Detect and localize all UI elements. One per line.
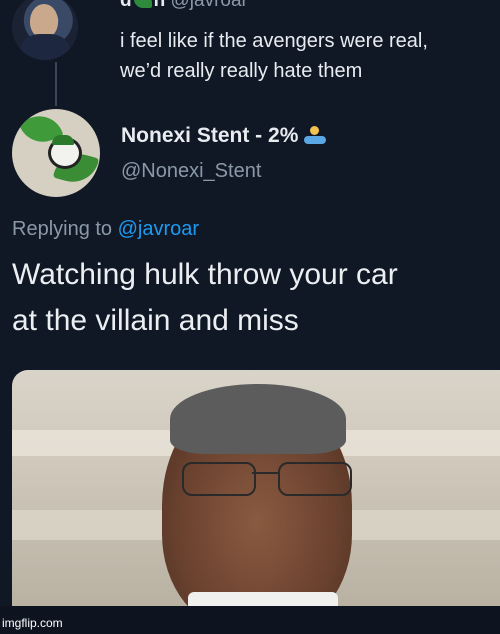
thread-line [55, 62, 57, 106]
top-tweet-header: d n @javroar [120, 0, 248, 12]
dinosaur-emoji-icon [133, 0, 152, 8]
replying-to-label: Replying to [12, 218, 113, 240]
tweet-image[interactable] [12, 370, 500, 606]
glasses-icon [182, 462, 372, 496]
avatar-face [30, 4, 58, 38]
reply-handle[interactable]: @Nonexi_Stent [121, 160, 261, 183]
reply-avatar[interactable] [12, 109, 100, 197]
reply-text: Watching hulk throw your car at the vill… [12, 258, 398, 337]
avatar[interactable] [12, 0, 78, 60]
top-tweet: d n @javroar i feel like if the avengers … [0, 0, 500, 110]
character-hat [52, 135, 74, 145]
display-name-end[interactable]: n [154, 0, 166, 11]
reply-display-name[interactable]: Nonexi Stent - 2% [121, 124, 327, 148]
avatar-body [20, 34, 70, 60]
handle[interactable]: @javroar [171, 0, 248, 11]
replying-to-line: Replying to @javroar [12, 218, 199, 241]
bottom-bar [0, 606, 500, 634]
surfer-emoji-icon [304, 126, 327, 146]
man-hair [170, 384, 346, 454]
watermark: imgflip.com [2, 616, 63, 630]
reply-display-name-text[interactable]: Nonexi Stent - 2% [121, 124, 298, 147]
shirt-collar [188, 592, 338, 606]
replying-to-mention[interactable]: @javroar [118, 218, 199, 240]
tweet-text: i feel like if the avengers were real, w… [120, 30, 428, 82]
display-name-start[interactable]: d [120, 0, 132, 11]
